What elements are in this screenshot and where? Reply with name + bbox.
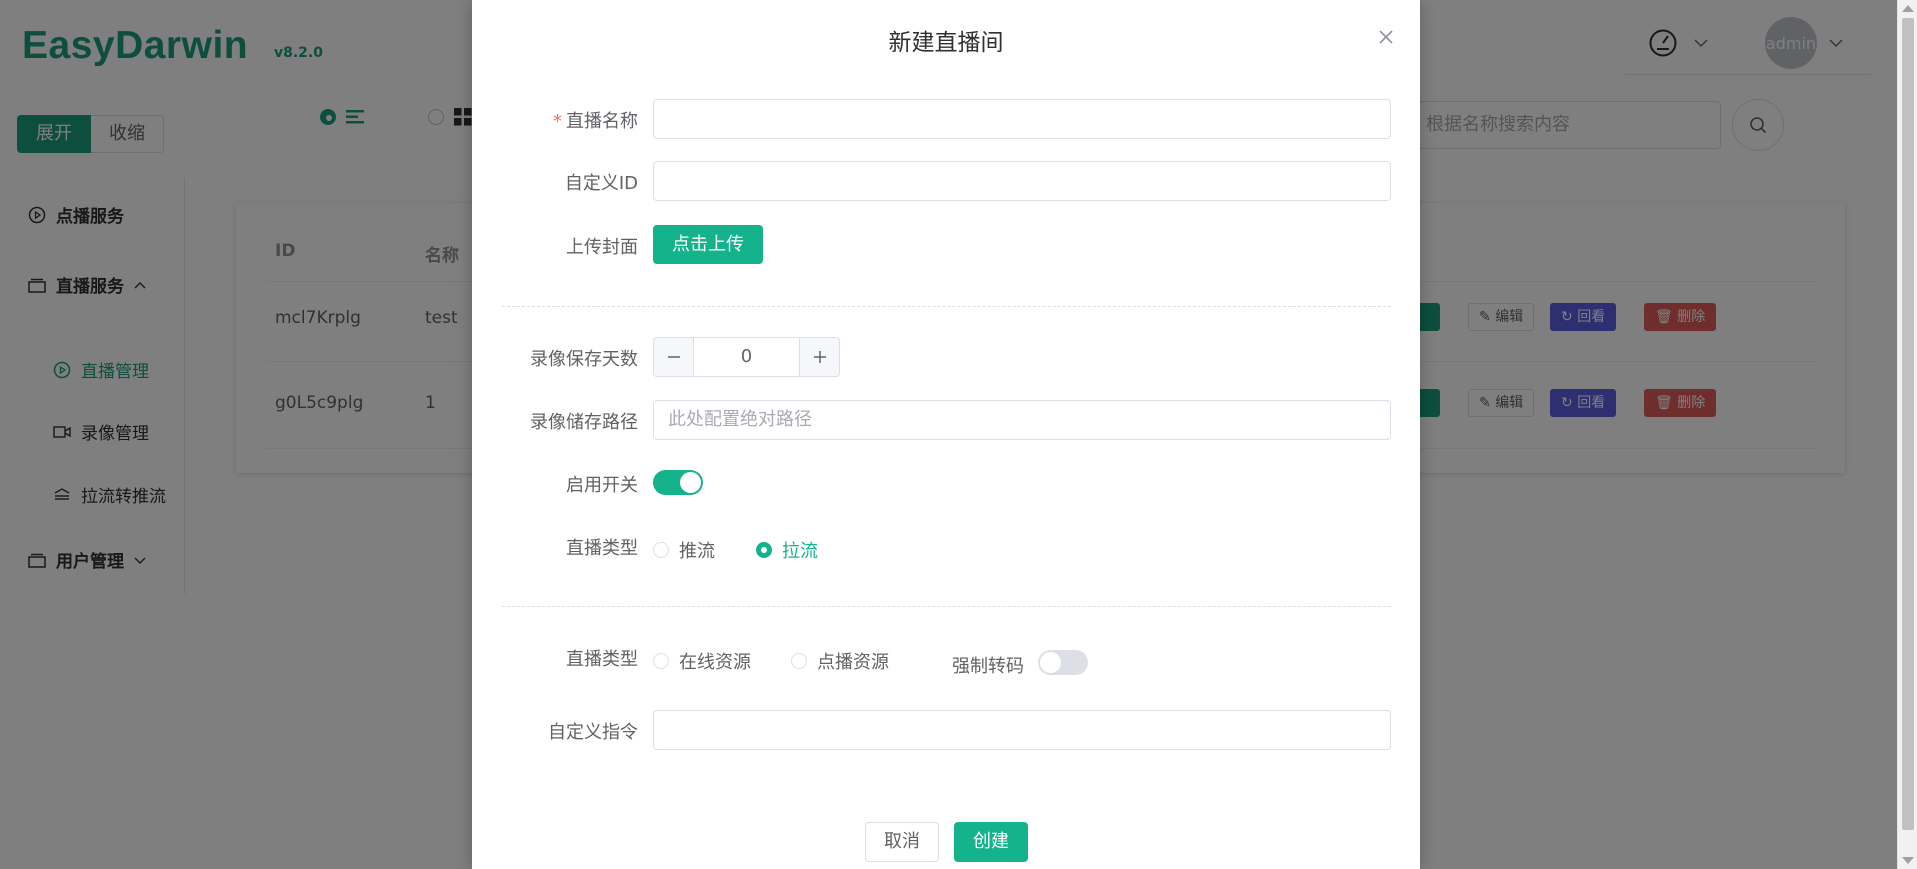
form-row-record-path: 录像储存路径 此处配置绝对路径 <box>472 400 1420 440</box>
enable-switch[interactable] <box>653 470 703 495</box>
cancel-button[interactable]: 取消 <box>865 822 939 862</box>
dialog-title: 新建直播间 <box>888 30 1004 56</box>
form-row-custom-id: 自定义ID <box>472 161 1420 201</box>
required-mark: * <box>553 111 562 132</box>
radio-circle <box>653 653 669 669</box>
section-divider <box>502 606 1391 607</box>
create-button[interactable]: 创建 <box>954 822 1028 862</box>
custom-id-input[interactable] <box>653 161 1391 201</box>
custom-cmd-label: 自定义指令 <box>548 722 638 743</box>
plus-icon <box>813 351 826 363</box>
switch-knob <box>680 472 701 493</box>
radio-label: 点播资源 <box>817 652 889 673</box>
increment-button[interactable] <box>799 338 839 376</box>
source-online-radio[interactable]: 在线资源 <box>653 648 751 674</box>
form-row-record-days: 录像保存天数 0 <box>472 337 1420 377</box>
radio-label: 在线资源 <box>679 652 751 673</box>
radio-circle <box>791 653 807 669</box>
source-type-label: 直播类型 <box>566 649 638 670</box>
section-divider <box>502 306 1391 307</box>
upload-button[interactable]: 点击上传 <box>653 225 763 264</box>
enable-label: 启用开关 <box>566 475 638 496</box>
create-live-dialog: 新建直播间 * 直播名称 自定义ID 上传封面 点击上传 录像保存天数 0 录像储… <box>472 0 1420 869</box>
name-label: * 直播名称 <box>472 107 638 133</box>
live-type-label: 直播类型 <box>566 538 638 559</box>
scroll-up-arrow[interactable] <box>1902 5 1914 12</box>
force-transcode-label: 强制转码 <box>952 656 1024 677</box>
custom-cmd-input[interactable] <box>653 710 1391 750</box>
name-input[interactable] <box>653 99 1391 139</box>
live-type-pull-radio[interactable]: 拉流 <box>756 537 818 563</box>
form-row-live-type: 直播类型 推流 拉流 <box>472 526 1420 566</box>
close-icon[interactable] <box>1376 27 1396 47</box>
decrement-button[interactable] <box>654 338 694 376</box>
name-label-text: 直播名称 <box>566 111 638 132</box>
radio-circle <box>653 542 669 558</box>
form-row-enable: 启用开关 <box>472 463 1420 503</box>
record-days-label: 录像保存天数 <box>530 349 638 370</box>
form-row-source-type: 直播类型 在线资源 点播资源 强制转码 <box>472 637 1420 677</box>
cover-label: 上传封面 <box>566 237 638 258</box>
form-row-name: * 直播名称 <box>472 99 1420 139</box>
radio-label: 拉流 <box>782 541 818 562</box>
radio-label: 推流 <box>679 541 715 562</box>
custom-id-label: 自定义ID <box>564 173 638 194</box>
source-vod-radio[interactable]: 点播资源 <box>791 648 889 674</box>
record-days-stepper: 0 <box>653 337 840 377</box>
record-path-input[interactable]: 此处配置绝对路径 <box>653 400 1391 440</box>
form-row-cover: 上传封面 点击上传 <box>472 225 1420 265</box>
scroll-down-arrow[interactable] <box>1902 857 1914 864</box>
radio-circle <box>756 542 772 558</box>
record-path-label: 录像储存路径 <box>530 412 638 433</box>
force-transcode-switch[interactable] <box>1038 650 1088 675</box>
switch-knob <box>1040 652 1061 673</box>
record-days-value[interactable]: 0 <box>694 338 799 376</box>
scroll-thumb[interactable] <box>1902 18 1914 830</box>
live-type-push-radio[interactable]: 推流 <box>653 537 715 563</box>
minus-icon <box>667 356 680 358</box>
form-row-custom-cmd: 自定义指令 <box>472 710 1420 750</box>
page-scrollbar[interactable] <box>1897 0 1917 869</box>
